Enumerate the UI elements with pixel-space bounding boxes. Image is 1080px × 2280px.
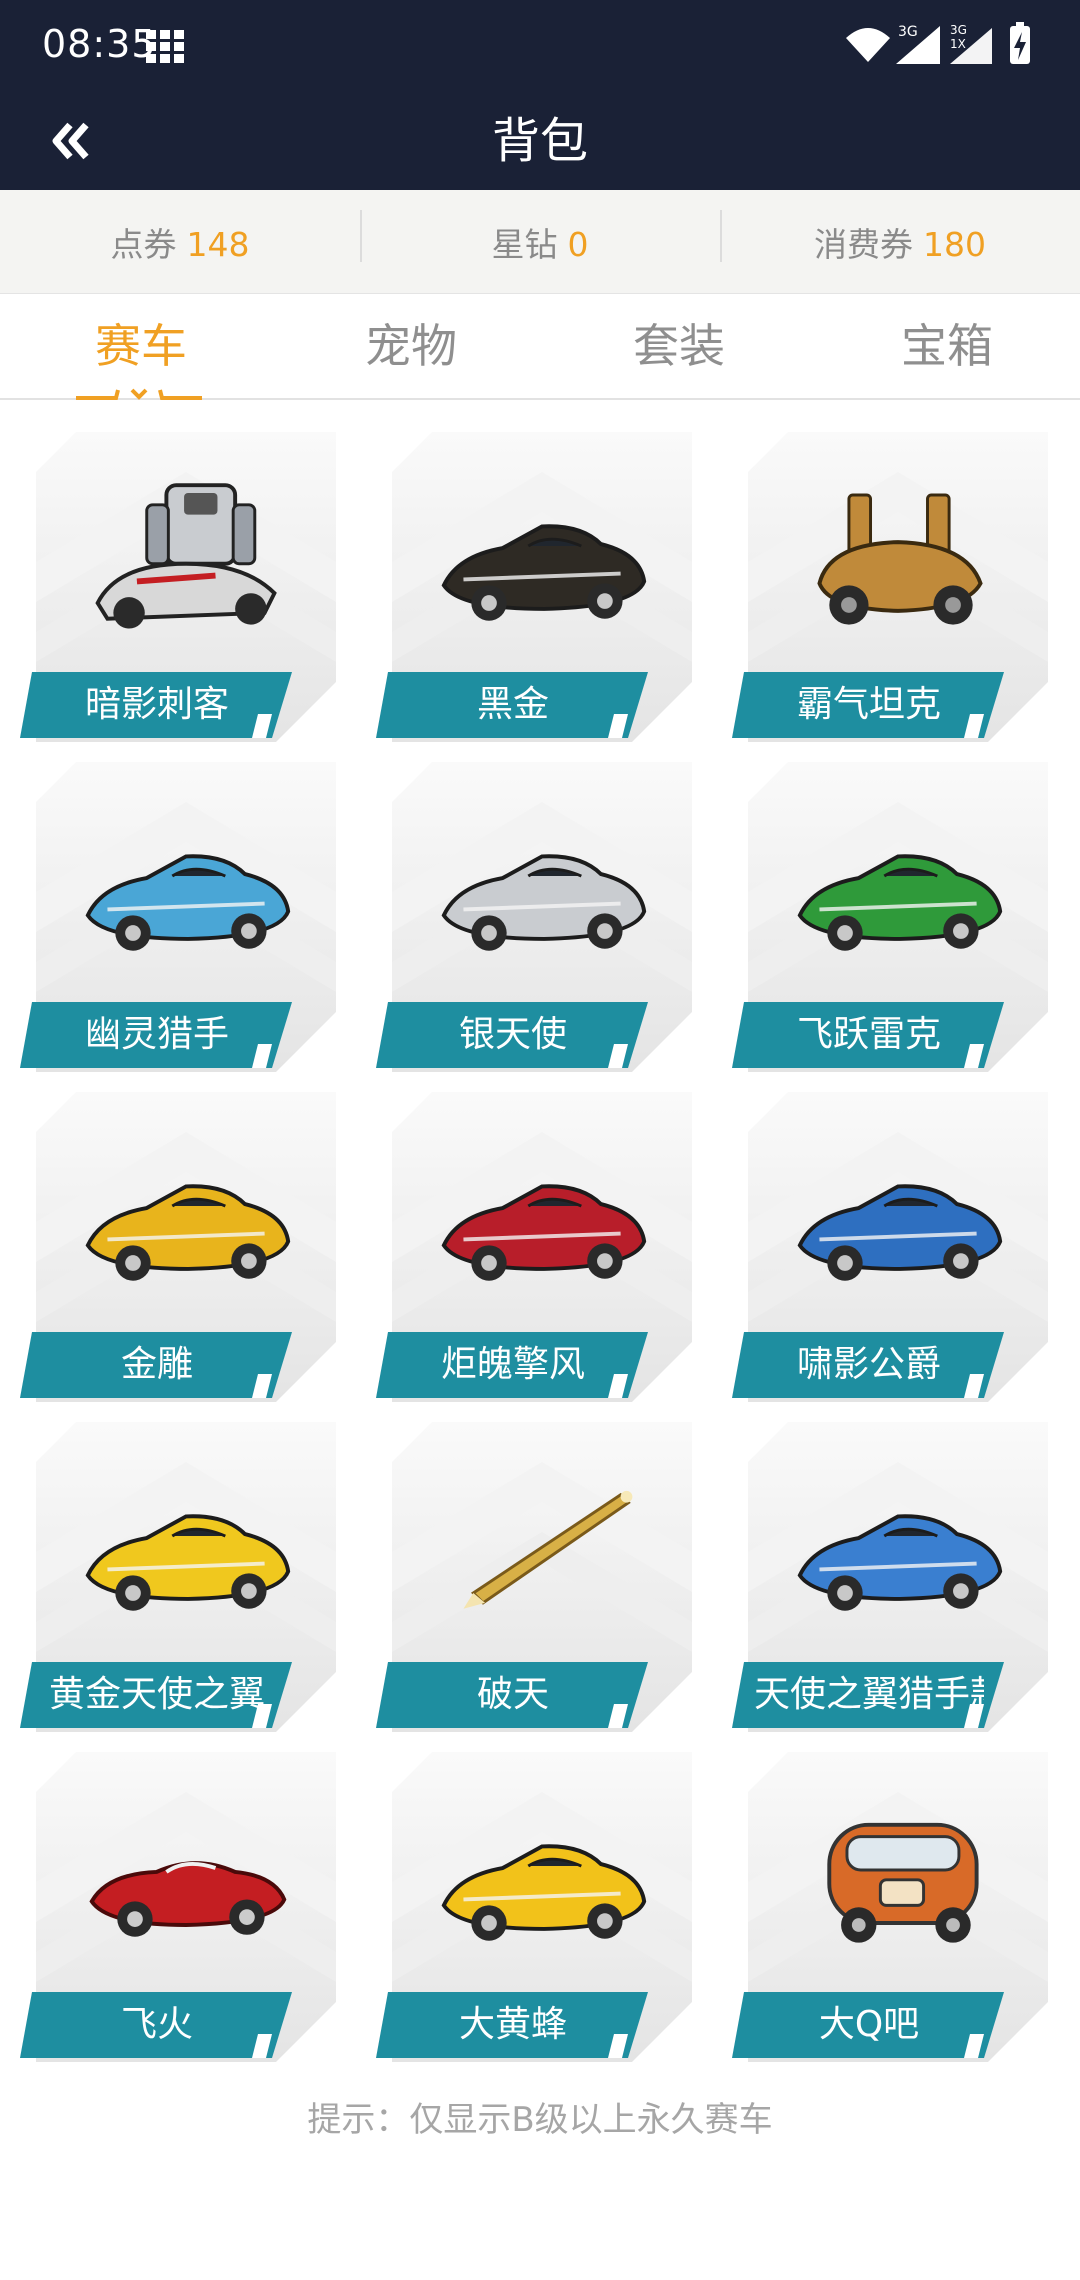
sports-car-icon	[85, 854, 291, 951]
balance-label: 星钻	[491, 224, 558, 264]
item-card[interactable]: 金雕	[20, 1092, 336, 1402]
item-label-banner: 黑金	[376, 672, 652, 742]
page-title: 背包	[491, 113, 588, 169]
item-name: 天使之翼猎手款	[754, 1674, 984, 1715]
item-label-banner: 幽灵猎手	[20, 1002, 296, 1072]
balance-label: 点券	[110, 224, 177, 264]
tab-pets[interactable]: 宠物	[276, 294, 546, 400]
item-name: 大黄蜂	[458, 2004, 567, 2045]
item-name: 幽灵猎手	[84, 1014, 229, 1055]
item-name: 炬魄擎风	[440, 1344, 585, 1385]
tab-cars[interactable]: 赛车	[6, 294, 276, 400]
signal-3g-label: 3G	[898, 24, 918, 40]
item-label-banner: 破天	[376, 1662, 652, 1732]
wifi-icon	[846, 28, 890, 62]
item-label-banner: 飞跃雷克	[732, 1002, 1008, 1072]
item-card[interactable]: 飞跃雷克	[732, 762, 1048, 1072]
item-card[interactable]: 炬魄擎风	[376, 1092, 692, 1402]
item-name: 霸气坦克	[796, 684, 941, 725]
item-card[interactable]: 天使之翼猎手款	[732, 1422, 1048, 1732]
item-card[interactable]: 银天使	[376, 762, 692, 1072]
item-label-banner: 啸影公爵	[732, 1332, 1008, 1402]
item-label-banner: 暗影刺客	[20, 672, 296, 742]
item-label-banner: 炬魄擎风	[376, 1332, 652, 1402]
sports-car-icon	[441, 524, 647, 621]
item-label-banner: 大Q吧	[732, 1992, 1008, 2062]
balance-label: 消费券	[814, 224, 913, 264]
item-card[interactable]: 霸气坦克	[732, 432, 1048, 742]
item-name: 黄金天使之翼	[48, 1674, 265, 1715]
app-grid-icon	[146, 30, 184, 63]
sports-car-icon	[441, 1844, 647, 1941]
item-label-banner: 飞火	[20, 1992, 296, 2062]
item-label-banner: 霸气坦克	[732, 672, 1008, 742]
balance-points: 点券 148	[0, 218, 360, 266]
sports-car-icon	[441, 1184, 647, 1281]
item-name: 银天使	[458, 1014, 567, 1055]
sports-car-icon	[797, 1184, 1003, 1281]
status-indicators: 3G 3G 1X	[846, 22, 1030, 64]
tank-car-icon	[817, 493, 983, 625]
status-time: 08:35	[42, 22, 157, 66]
item-card[interactable]: 黄金天使之翼	[20, 1422, 336, 1732]
status-bar: 08:35 3G 3G 1X	[0, 0, 1080, 92]
convertible-car-icon	[89, 1861, 287, 1937]
item-label-banner: 黄金天使之翼	[20, 1662, 296, 1732]
item-card[interactable]: 幽灵猎手	[20, 762, 336, 1072]
item-card[interactable]: 大Q吧	[732, 1752, 1048, 2062]
van-car-icon	[827, 1822, 979, 1943]
sports-car-icon	[797, 1514, 1003, 1611]
hint-text: 提示：仅显示B级以上永久赛车	[307, 2100, 773, 2140]
item-name: 金雕	[120, 1344, 193, 1385]
balance-value: 180	[923, 224, 986, 264]
tab-outfits[interactable]: 套装	[544, 294, 814, 400]
item-name: 破天	[476, 1674, 549, 1715]
sword-icon	[463, 1490, 633, 1609]
item-label-banner: 金雕	[20, 1332, 296, 1402]
item-card[interactable]: 飞火	[20, 1752, 336, 2062]
item-card[interactable]: 破天	[376, 1422, 692, 1732]
signal-1x-label: 1X	[950, 37, 966, 51]
app-header: 背包	[0, 92, 1080, 190]
item-name: 暗影刺客	[84, 684, 229, 725]
item-label-banner: 天使之翼猎手款	[732, 1662, 1008, 1732]
balance-coupons: 消费券 180	[720, 209, 1080, 266]
balance-value: 148	[186, 224, 250, 264]
signal-3g-label-2: 3G	[950, 23, 967, 37]
item-card[interactable]: 啸影公爵	[732, 1092, 1048, 1402]
item-label-banner: 大黄蜂	[376, 1992, 652, 2062]
item-card[interactable]: 大黄蜂	[376, 1752, 692, 2062]
item-name: 黑金	[476, 684, 549, 725]
active-tab-indicator	[76, 388, 202, 400]
sports-car-icon	[797, 854, 1003, 951]
sports-car-icon	[85, 1184, 291, 1281]
item-name: 啸影公爵	[796, 1344, 941, 1385]
sports-car-icon	[85, 1514, 291, 1611]
balance-value: 0	[567, 224, 589, 264]
balance-diamonds: 星钻 0	[360, 209, 720, 266]
item-name: 飞火	[120, 2004, 193, 2045]
tab-chests[interactable]: 宝箱	[812, 294, 1080, 400]
category-tabs: 赛车 宠物 套装 宝箱	[0, 294, 1080, 400]
sports-car-icon	[441, 854, 647, 951]
balance-bar: 点券 148 星钻 0 消费券 180	[0, 190, 1080, 294]
item-name: 大Q吧	[818, 2004, 920, 2045]
item-card[interactable]: 黑金	[376, 432, 692, 742]
item-label-banner: 银天使	[376, 1002, 652, 1072]
robot-car-icon	[95, 483, 277, 629]
item-name: 飞跃雷克	[796, 1014, 941, 1055]
item-card[interactable]: 暗影刺客	[20, 432, 336, 742]
